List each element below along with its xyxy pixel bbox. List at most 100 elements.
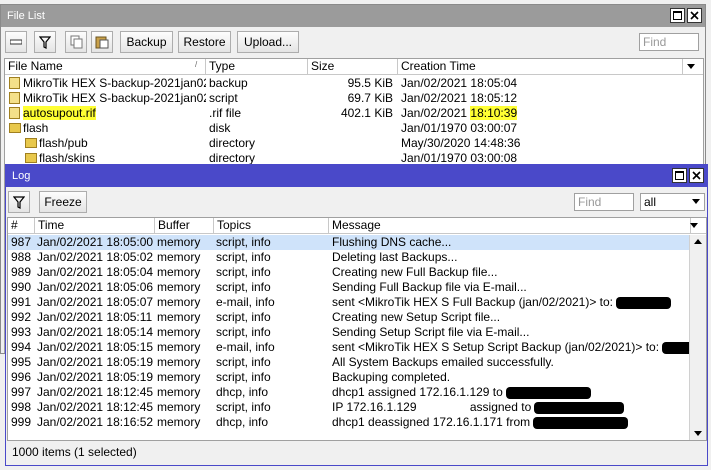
scroll-down-icon[interactable] <box>690 427 706 439</box>
filter-button[interactable] <box>34 31 56 53</box>
log-column-menu-button[interactable] <box>689 218 703 233</box>
restore-button[interactable]: Restore <box>178 31 231 53</box>
log-time-cell-text: Jan/02/2021 18:05:14 <box>37 325 154 339</box>
close-button[interactable] <box>687 8 702 23</box>
col-type[interactable]: Type <box>206 59 308 75</box>
log-time-cell: Jan/02/2021 18:05:07 <box>37 295 155 310</box>
minus-icon <box>10 39 22 45</box>
log-row[interactable]: 987 Jan/02/2021 18:05:00 memory script, inf… <box>8 235 690 250</box>
log-topics-cell: script, info <box>216 325 329 340</box>
file-time-cell: Jan/01/1970 03:00:07 <box>401 121 518 135</box>
log-buffer-cell-text: memory <box>157 385 201 399</box>
col-number[interactable]: # <box>8 218 35 234</box>
log-row[interactable]: 989 Jan/02/2021 18:05:04 memory script, inf… <box>8 265 690 280</box>
log-topics-cell: script, info <box>216 250 329 265</box>
log-filter-button[interactable] <box>8 191 30 213</box>
log-buffer-cell: memory <box>157 280 214 295</box>
log-row[interactable]: 988 Jan/02/2021 18:05:02 memory script, inf… <box>8 250 690 265</box>
file-row[interactable]: flash/pub directory May/30/2020 14:48:36 <box>5 136 703 151</box>
log-message-cell-text: Flushing DNS cache... <box>332 235 452 249</box>
log-time-cell-text: Jan/02/2021 18:05:06 <box>37 280 154 294</box>
log-buffer-cell-text: memory <box>157 325 201 339</box>
log-topics-cell-text: script, info <box>216 250 271 264</box>
log-window: Log Freeze Find all # Time Buffer Topics… <box>5 164 708 466</box>
chevron-down-icon <box>687 64 695 69</box>
col-size[interactable]: Size <box>308 59 398 75</box>
col-topics[interactable]: Topics <box>214 218 329 234</box>
log-number-cell-text: 992 <box>11 310 32 324</box>
log-scrollbar[interactable] <box>689 235 706 440</box>
file-row[interactable]: autosupout.rif .rif file 402.1 KiB Jan/02/2… <box>5 106 703 121</box>
freeze-button[interactable]: Freeze <box>39 191 87 213</box>
file-icon <box>9 92 20 104</box>
log-number-cell-text: 991 <box>11 295 32 309</box>
maximize-button[interactable] <box>670 8 685 23</box>
scroll-up-icon[interactable] <box>690 236 706 248</box>
log-row[interactable]: 994 Jan/02/2021 18:05:15 memory e-mail, inf… <box>8 340 690 355</box>
log-topics-cell: script, info <box>216 265 329 280</box>
file-row[interactable]: MikroTik HEX S-backup-2021jan02... script… <box>5 91 703 106</box>
log-status-bar: 1000 items (1 selected) <box>12 445 137 459</box>
log-message-cell: Creating new Full Backup file... <box>332 265 690 280</box>
log-topics-cell-text: script, info <box>216 400 271 414</box>
file-search-input[interactable]: Find <box>639 33 699 51</box>
log-topics-cell: script, info <box>216 370 329 385</box>
paste-button[interactable] <box>91 31 113 53</box>
log-row[interactable]: 998 Jan/02/2021 18:12:45 memory script, inf… <box>8 400 690 415</box>
log-row[interactable]: 996 Jan/02/2021 18:05:19 memory script, inf… <box>8 370 690 385</box>
log-row[interactable]: 993 Jan/02/2021 18:05:14 memory script, inf… <box>8 325 690 340</box>
log-message-cell-text: Deleting last Backups... <box>332 250 458 264</box>
log-number-cell-text: 998 <box>11 400 32 414</box>
log-number-cell-text: 997 <box>11 385 32 399</box>
log-buffer-select[interactable]: all <box>640 193 705 211</box>
log-maximize-button[interactable] <box>672 168 687 183</box>
log-message-cell-text: sent <MikroTik HEX S Full Backup (jan/02… <box>332 295 614 309</box>
file-type-cell: backup <box>209 76 248 90</box>
log-number-cell: 999 <box>11 415 35 430</box>
log-message-cell: Deleting last Backups... <box>332 250 690 265</box>
log-close-button[interactable] <box>689 168 704 183</box>
col-file-name[interactable]: File Name <box>5 59 206 75</box>
file-row[interactable]: flash disk Jan/01/1970 03:00:07 <box>5 121 703 136</box>
maximize-icon <box>675 171 684 180</box>
backup-button[interactable]: Backup <box>120 31 173 53</box>
log-number-cell: 996 <box>11 370 35 385</box>
log-buffer-cell: memory <box>157 400 214 415</box>
file-time-cell: May/30/2020 14:48:36 <box>401 136 521 150</box>
log-header: # Time Buffer Topics Message <box>8 218 706 234</box>
log-message-cell: sent <MikroTik HEX S Setup Script Backup… <box>332 340 690 355</box>
log-message-cell: Sending Setup Script file via E-mail... <box>332 325 690 340</box>
log-time-cell-text: Jan/02/2021 18:05:15 <box>37 340 154 354</box>
upload-button[interactable]: Upload... <box>237 31 299 53</box>
log-buffer-cell-text: memory <box>157 355 201 369</box>
log-buffer-cell: memory <box>157 385 214 400</box>
column-menu-button[interactable] <box>686 59 700 74</box>
col-time[interactable]: Time <box>35 218 155 234</box>
log-row[interactable]: 990 Jan/02/2021 18:05:06 memory script, inf… <box>8 280 690 295</box>
log-row[interactable]: 995 Jan/02/2021 18:05:19 memory script, inf… <box>8 355 690 370</box>
log-row[interactable]: 997 Jan/02/2021 18:12:45 memory dhcp, info d… <box>8 385 690 400</box>
log-topics-cell: script, info <box>216 400 329 415</box>
col-creation-time[interactable]: Creation Time <box>398 59 683 75</box>
log-topics-cell-text: script, info <box>216 355 271 369</box>
log-row[interactable]: 992 Jan/02/2021 18:05:11 memory script, inf… <box>8 310 690 325</box>
col-message[interactable]: Message <box>329 218 691 234</box>
log-topics-cell-text: dhcp, info <box>216 385 269 399</box>
log-row[interactable]: 991 Jan/02/2021 18:05:07 memory e-mail, inf… <box>8 295 690 310</box>
log-search-input[interactable]: Find <box>574 193 634 211</box>
log-number-cell: 995 <box>11 355 35 370</box>
col-buffer[interactable]: Buffer <box>155 218 214 234</box>
log-time-cell-text: Jan/02/2021 18:05:07 <box>37 295 154 309</box>
log-number-cell-text: 993 <box>11 325 32 339</box>
copy-button[interactable] <box>65 31 87 53</box>
log-time-cell: Jan/02/2021 18:16:52 <box>37 415 155 430</box>
remove-button[interactable] <box>5 31 27 53</box>
log-row[interactable]: 999 Jan/02/2021 18:16:52 memory dhcp, info d… <box>8 415 690 430</box>
file-list-title: File List <box>7 10 45 22</box>
log-time-cell-text: Jan/02/2021 18:12:45 <box>37 400 154 414</box>
log-titlebar[interactable]: Log <box>6 165 707 187</box>
file-row[interactable]: MikroTik HEX S-backup-2021jan02... backup… <box>5 76 703 91</box>
filter-icon <box>39 35 51 49</box>
file-list-titlebar[interactable]: File List <box>1 5 705 27</box>
folder-icon <box>9 123 21 133</box>
